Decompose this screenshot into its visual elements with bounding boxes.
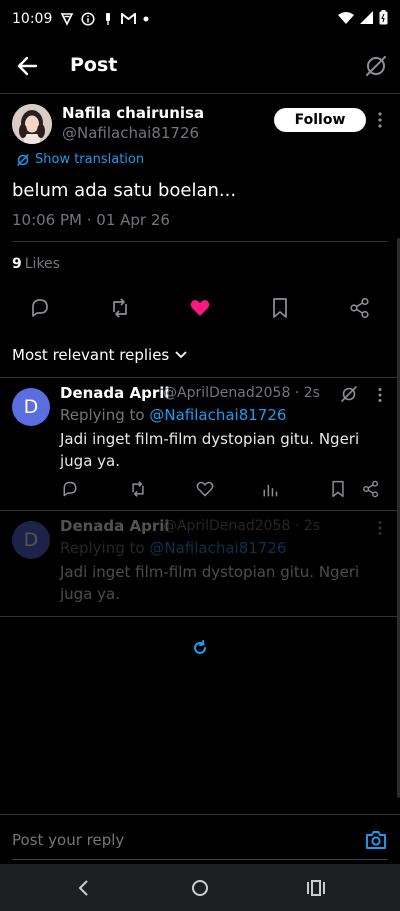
reply-icon[interactable] <box>29 297 51 319</box>
dot-icon <box>143 16 149 22</box>
camera-icon[interactable] <box>365 829 387 851</box>
divider <box>0 510 400 511</box>
more-options-icon[interactable] <box>374 386 386 404</box>
repost-icon[interactable] <box>109 297 131 319</box>
wifi-icon <box>338 11 354 24</box>
usb-debug-icon <box>106 13 111 25</box>
replying-to-link[interactable]: @Nafilachai81726 <box>149 539 286 557</box>
replying-to: Replying to @Nafilachai81726 <box>60 406 286 424</box>
grok-icon <box>17 153 29 166</box>
reply-author-name[interactable]: Denada April <box>60 517 170 535</box>
more-options-icon[interactable] <box>374 110 386 130</box>
follow-button[interactable]: Follow <box>274 108 366 132</box>
share-icon[interactable] <box>349 297 371 319</box>
author-handle[interactable]: @Nafilachai81726 <box>62 124 199 142</box>
divider <box>12 241 388 242</box>
avatar-photo-icon <box>12 104 52 144</box>
replying-to: Replying to @Nafilachai81726 <box>60 539 286 557</box>
replies-sort-dropdown[interactable]: Most relevant replies <box>12 346 187 364</box>
grok-icon[interactable] <box>364 54 388 78</box>
refresh-spinner-icon <box>194 640 206 654</box>
page-title: Post <box>70 54 118 76</box>
post-actions <box>0 294 400 324</box>
vpn-icon <box>61 13 74 26</box>
like-icon[interactable] <box>196 480 214 498</box>
nav-back-icon[interactable] <box>74 878 94 898</box>
replies-sort-label: Most relevant replies <box>12 346 170 364</box>
status-bar: 10:09 <box>0 0 400 38</box>
back-arrow-icon[interactable] <box>14 52 42 80</box>
author-avatar[interactable] <box>12 104 52 144</box>
reply-text: Jadi inget film-film dystopian gitu. Nge… <box>60 430 360 470</box>
likes-count: 9 <box>12 256 22 272</box>
author-name[interactable]: Nafila chairunisa <box>62 104 204 122</box>
signal-icon <box>360 11 373 24</box>
gmail-icon <box>121 13 137 24</box>
replying-prefix: Replying to <box>60 539 145 557</box>
reply-text: Jadi inget film-film dystopian gitu. Nge… <box>60 563 360 603</box>
info-icon <box>81 12 95 26</box>
likes-summary[interactable]: 9 Likes <box>12 256 60 272</box>
reply-avatar[interactable]: D <box>12 521 50 559</box>
share-icon[interactable] <box>362 480 380 498</box>
status-time: 10:09 <box>12 11 53 27</box>
likes-label: Likes <box>24 256 60 272</box>
bookmark-icon[interactable] <box>329 480 347 498</box>
post-text: belum ada satu boelan... <box>12 180 237 201</box>
composer-underline <box>12 859 388 860</box>
nav-home-icon[interactable] <box>190 878 210 898</box>
reply-actions <box>0 480 400 500</box>
reply-icon[interactable] <box>61 480 79 498</box>
reply-author-handle[interactable]: @AprilDenad2058 · 2s <box>163 385 320 401</box>
bookmark-icon[interactable] <box>269 297 291 319</box>
divider <box>0 377 400 378</box>
views-icon[interactable] <box>261 480 279 498</box>
reply-avatar[interactable]: D <box>12 388 50 426</box>
reply-composer <box>0 814 400 864</box>
reply-input[interactable] <box>12 831 342 849</box>
repost-icon[interactable] <box>129 480 147 498</box>
top-bar: Post <box>0 38 400 94</box>
replying-prefix: Replying to <box>60 406 145 424</box>
like-icon[interactable] <box>189 297 211 319</box>
system-nav-bar <box>0 864 400 911</box>
reply-author-handle[interactable]: @AprilDenad2058 · 2s <box>163 518 320 534</box>
show-translation-label: Show translation <box>35 152 145 167</box>
chevron-down-icon <box>175 351 187 359</box>
post-timestamp: 10:06 PM · 01 Apr 26 <box>12 211 170 229</box>
divider <box>0 616 400 617</box>
more-options-icon[interactable] <box>374 519 386 537</box>
battery-icon <box>379 10 388 25</box>
nav-recents-icon[interactable] <box>306 878 326 898</box>
show-translation-link[interactable]: Show translation <box>16 152 144 167</box>
grok-icon[interactable] <box>340 385 358 403</box>
replying-to-link[interactable]: @Nafilachai81726 <box>149 406 286 424</box>
reply-author-name[interactable]: Denada April <box>60 384 170 402</box>
